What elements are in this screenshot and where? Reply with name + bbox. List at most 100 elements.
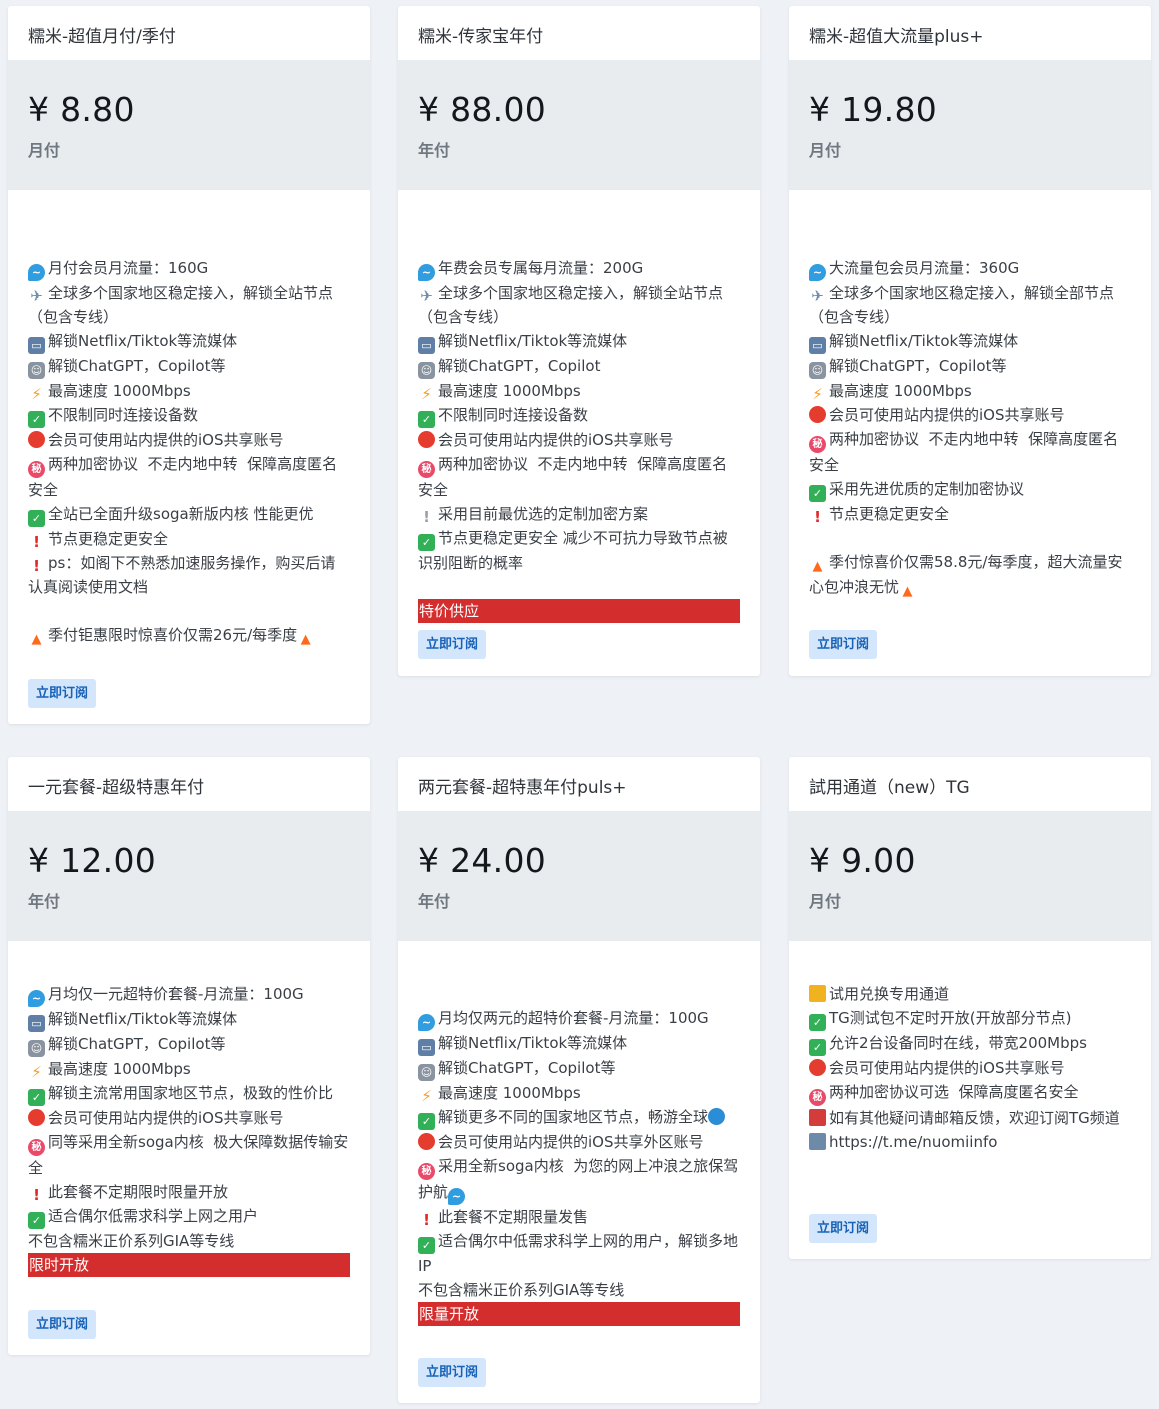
feature-list: ~ 月均仅两元的超特价套餐-月流量：100G ▭ 解锁Netflix/Tiktok等流… — [398, 941, 760, 1302]
feature-item: ☺ 解锁ChatGPT，Copilot等 — [809, 354, 1131, 379]
feature-text: 解锁ChatGPT，Copilot等 — [438, 1059, 616, 1077]
feature-item: ▭ 解锁Netflix/Tiktok等流媒体 — [418, 1031, 740, 1056]
feature-text: 会员可使用站内提供的iOS共享账号 — [829, 406, 1065, 424]
price-panel: ¥ 12.00 年付 — [8, 811, 370, 941]
robot-icon: ☺ — [28, 362, 45, 379]
feature-text: https://t.me/nuomiinfo — [829, 1133, 998, 1151]
fire-icon: ▲ — [31, 632, 42, 647]
plan-card: 試用通道（new）TG ¥ 9.00 月付 试用兑换专用通道 ✓ TG测试包不定时开… — [789, 757, 1151, 1259]
subscribe-button[interactable]: 立即订阅 — [418, 1358, 487, 1387]
feature-item — [28, 599, 350, 623]
feature-text: 适合偶尔低需求科学上网之用户 — [48, 1207, 259, 1225]
feature-item: ~ 月付会员月流量：160G — [28, 256, 350, 281]
feature-text: 月均仅两元的超特价套餐-月流量：100G — [438, 1009, 709, 1027]
feature-item: ☺ 解锁ChatGPT，Copilot — [418, 354, 740, 379]
feature-item: ⚡ 最高速度 1000Mbps — [28, 379, 350, 403]
feature-item: ▲ 季付惊喜价仅需58.8元/每季度，超大流量安心包冲浪无忧 ▲ — [809, 550, 1131, 600]
feature-text: 两种加密协议可选 保障高度匿名安全 — [829, 1083, 1079, 1101]
feature-item: 秘采用全新soga内核 为您的网上冲浪之旅保驾护航 ~ — [418, 1154, 740, 1205]
plan-title: 两元套餐-超特惠年付puls+ — [418, 778, 627, 798]
secret-icon: 秘 — [28, 1139, 45, 1156]
feature-text: 解锁Netflix/Tiktok等流媒体 — [48, 332, 238, 350]
robot-icon: ☺ — [809, 362, 826, 379]
laptop-icon — [809, 1133, 826, 1150]
feature-item: ~ 年费会员专属每月流量：200G — [418, 256, 740, 281]
plan-card: 糯米-超值月付/季付 ¥ 8.80 月付 ~ 月付会员月流量：160G ✈ 全球多个国… — [8, 6, 370, 724]
lightning-icon: ⚡ — [421, 385, 432, 403]
globe-icon — [708, 1108, 726, 1125]
feature-item: ✓ 解锁更多不同的国家地区节点，畅游全球 — [418, 1105, 740, 1130]
grey-exclamation-icon: ! — [423, 508, 430, 526]
subscribe-button[interactable]: 立即订阅 — [418, 630, 487, 659]
feature-text: 适合偶尔中低需求科学上网的用户，解锁多地IP — [418, 1232, 739, 1275]
subscribe-button[interactable]: 立即订阅 — [28, 679, 97, 708]
feature-text: 解锁ChatGPT，Copilot等 — [48, 357, 226, 375]
check-icon: ✓ — [809, 1039, 826, 1056]
feature-item: ! 此套餐不定期限量发售 — [418, 1205, 740, 1229]
subscribe-button[interactable]: 立即订阅 — [809, 1214, 878, 1243]
feature-item: 会员可使用站内提供的iOS共享账号 — [809, 403, 1131, 427]
feature-item: ☺ 解锁ChatGPT，Copilot等 — [418, 1056, 740, 1081]
tv-icon: ▭ — [809, 337, 826, 354]
subscribe-button[interactable]: 立即订阅 — [28, 1310, 97, 1339]
tv-icon: ▭ — [28, 1015, 45, 1032]
feature-item: ✓ 适合偶尔中低需求科学上网的用户，解锁多地IP — [418, 1229, 740, 1278]
plan-period: 年付 — [28, 892, 61, 911]
robot-icon: ☺ — [28, 1040, 45, 1057]
apple-icon — [28, 431, 45, 448]
feature-item: 秘两种加密协议 不走内地中转 保障高度匿名安全 — [418, 452, 740, 502]
subscribe-button[interactable]: 立即订阅 — [809, 630, 878, 659]
feature-text: 如有其他疑问请邮箱反馈，欢迎订阅TG频道 — [829, 1109, 1120, 1127]
feature-text: 最高速度 1000Mbps — [438, 382, 581, 400]
plan-period: 年付 — [418, 141, 451, 160]
feature-text: 两种加密协议 不走内地中转 保障高度匿名安全 — [418, 455, 728, 499]
tv-icon: ▭ — [418, 337, 435, 354]
feature-item: 不包含糯米正价系列GIA等专线 — [418, 1278, 740, 1302]
feature-text: 月均仅一元超特价套餐-月流量：100G — [48, 985, 304, 1003]
exclamation-icon: ! — [814, 508, 821, 526]
airplane-icon: ✈ — [811, 287, 824, 305]
check-icon: ✓ — [809, 485, 826, 502]
feature-item: ▭ 解锁Netflix/Tiktok等流媒体 — [809, 329, 1131, 354]
feature-text: 同等采用全新soga内核 极大保障数据传输安全 — [28, 1133, 349, 1177]
feature-text: 节点更稳定更安全 — [48, 530, 169, 548]
feature-text: TG测试包不定时开放(开放部分节点) — [829, 1009, 1072, 1027]
feature-item: ✓ TG测试包不定时开放(开放部分节点) — [809, 1006, 1131, 1031]
feature-item: ✓ 不限制同时连接设备数 — [418, 403, 740, 428]
exclamation-icon: ! — [33, 557, 40, 575]
plan-title: 糯米-传家宝年付 — [418, 27, 544, 47]
lightning-icon: ⚡ — [31, 1063, 42, 1081]
check-icon: ✓ — [28, 1089, 45, 1106]
feature-list: 试用兑换专用通道 ✓ TG测试包不定时开放(开放部分节点) ✓ 允许2台设备同时在线，带… — [789, 941, 1151, 1154]
feature-list: ~ 年费会员专属每月流量：200G ✈ 全球多个国家地区稳定接入，解锁全站节点（包含专… — [398, 190, 760, 575]
secret-icon: 秘 — [28, 461, 45, 478]
feature-item: ! ps：如阁下不熟悉加速服务操作，购买后请认真阅读使用文档 — [28, 551, 350, 599]
lightning-icon: ⚡ — [812, 385, 823, 403]
feature-text: 采用目前最优选的定制加密方案 — [438, 505, 649, 523]
feature-text: 月付会员月流量：160G — [48, 259, 209, 277]
price-panel: ¥ 9.00 月付 — [789, 811, 1151, 941]
feature-item: ▲ 季付钜惠限时惊喜价仅需26元/每季度 ▲ — [28, 623, 350, 648]
fire-icon: ▲ — [902, 584, 913, 599]
plan-period: 月付 — [28, 141, 61, 160]
feature-text: 解锁ChatGPT，Copilot等 — [48, 1035, 226, 1053]
feature-text: 节点更稳定更安全 减少不可抗力导致节点被识别阻断的概率 — [418, 529, 728, 572]
check-icon: ✓ — [809, 1014, 826, 1031]
airplane-icon: ✈ — [30, 287, 43, 305]
check-icon: ✓ — [418, 534, 435, 551]
ticket-icon — [809, 985, 826, 1002]
feature-text: 会员可使用站内提供的iOS共享账号 — [438, 431, 674, 449]
feature-item: 试用兑换专用通道 — [809, 982, 1131, 1006]
wave-icon: ~ — [418, 264, 435, 281]
secret-icon: 秘 — [809, 436, 826, 453]
robot-icon: ☺ — [418, 1064, 435, 1081]
lightning-icon: ⚡ — [31, 385, 42, 403]
feature-item: 如有其他疑问请邮箱反馈，欢迎订阅TG频道 — [809, 1106, 1131, 1130]
exclamation-icon: ! — [33, 533, 40, 551]
feature-text: 解锁更多不同的国家地区节点，畅游全球 — [438, 1108, 709, 1126]
check-icon: ✓ — [28, 1212, 45, 1229]
wave-icon: ~ — [28, 990, 45, 1007]
check-icon: ✓ — [418, 1237, 435, 1254]
feature-item: 会员可使用站内提供的iOS共享账号 — [809, 1056, 1131, 1080]
feature-item: ✓ 不限制同时连接设备数 — [28, 403, 350, 428]
